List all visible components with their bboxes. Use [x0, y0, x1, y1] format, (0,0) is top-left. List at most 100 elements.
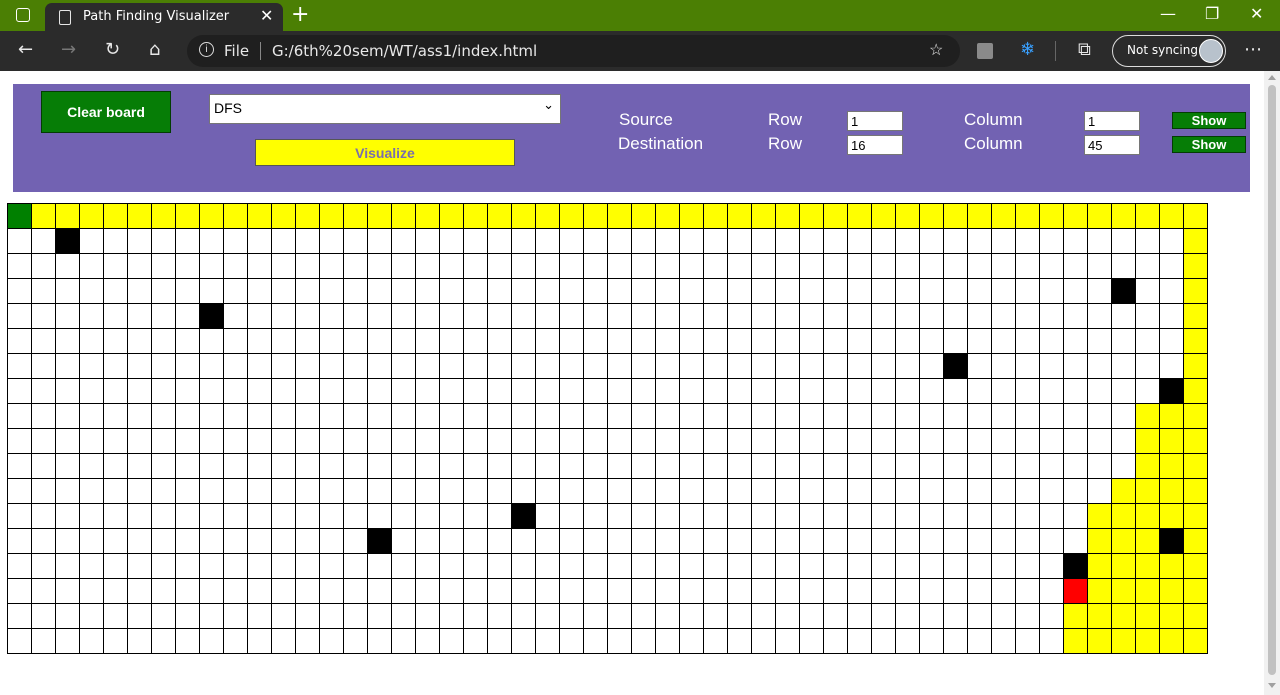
grid-cell[interactable] — [895, 628, 920, 654]
grid-cell[interactable] — [679, 353, 704, 379]
grid-cell[interactable] — [799, 628, 824, 654]
grid-cell[interactable] — [799, 378, 824, 404]
grid-cell[interactable] — [631, 378, 656, 404]
grid-cell[interactable] — [511, 428, 536, 454]
grid-cell[interactable] — [1015, 353, 1040, 379]
grid-cell[interactable] — [439, 628, 464, 654]
grid-cell[interactable] — [535, 303, 560, 329]
grid-cell[interactable] — [271, 378, 296, 404]
grid-cell[interactable] — [55, 378, 80, 404]
grid-cell[interactable] — [847, 303, 872, 329]
grid-cell[interactable] — [583, 228, 608, 254]
grid-cell[interactable] — [511, 528, 536, 554]
grid-cell[interactable] — [847, 328, 872, 354]
grid-cell[interactable] — [847, 403, 872, 429]
grid-cell[interactable] — [1135, 353, 1160, 379]
grid-cell[interactable] — [727, 628, 752, 654]
grid-cell[interactable] — [247, 628, 272, 654]
grid-cell[interactable] — [1111, 328, 1136, 354]
grid-cell[interactable] — [79, 528, 104, 554]
grid-cell[interactable] — [1159, 328, 1184, 354]
grid-cell[interactable] — [223, 578, 248, 604]
grid-cell[interactable] — [127, 428, 152, 454]
new-tab-button[interactable]: + — [291, 2, 309, 27]
grid-cell[interactable] — [919, 578, 944, 604]
grid-cell[interactable] — [439, 578, 464, 604]
grid-cell[interactable] — [463, 578, 488, 604]
grid-cell[interactable] — [127, 503, 152, 529]
grid-cell[interactable] — [175, 278, 200, 304]
grid-cell[interactable] — [871, 278, 896, 304]
grid-cell[interactable] — [223, 353, 248, 379]
visited-cell[interactable] — [223, 203, 248, 229]
grid-cell[interactable] — [751, 553, 776, 579]
grid-cell[interactable] — [823, 353, 848, 379]
grid-cell[interactable] — [799, 553, 824, 579]
grid-cell[interactable] — [7, 278, 32, 304]
visited-cell[interactable] — [1135, 203, 1160, 229]
grid-cell[interactable] — [1039, 253, 1064, 279]
grid-cell[interactable] — [895, 303, 920, 329]
grid-cell[interactable] — [271, 603, 296, 629]
grid-cell[interactable] — [487, 253, 512, 279]
grid-cell[interactable] — [511, 553, 536, 579]
grid-cell[interactable] — [271, 328, 296, 354]
grid-cell[interactable] — [367, 278, 392, 304]
grid-cell[interactable] — [487, 603, 512, 629]
wall-cell[interactable] — [55, 228, 80, 254]
grid-cell[interactable] — [727, 278, 752, 304]
grid-cell[interactable] — [703, 553, 728, 579]
grid-cell[interactable] — [199, 403, 224, 429]
grid-cell[interactable] — [151, 528, 176, 554]
grid-cell[interactable] — [295, 553, 320, 579]
grid-cell[interactable] — [847, 478, 872, 504]
grid-cell[interactable] — [559, 553, 584, 579]
grid-cell[interactable] — [631, 628, 656, 654]
grid-cell[interactable] — [703, 353, 728, 379]
grid-cell[interactable] — [223, 503, 248, 529]
grid-cell[interactable] — [799, 528, 824, 554]
grid-cell[interactable] — [199, 503, 224, 529]
grid-cell[interactable] — [631, 578, 656, 604]
grid-cell[interactable] — [391, 303, 416, 329]
grid-cell[interactable] — [439, 528, 464, 554]
grid-cell[interactable] — [7, 503, 32, 529]
grid-cell[interactable] — [967, 603, 992, 629]
visited-cell[interactable] — [31, 203, 56, 229]
grid-cell[interactable] — [151, 278, 176, 304]
grid-cell[interactable] — [79, 428, 104, 454]
grid-cell[interactable] — [79, 603, 104, 629]
grid-cell[interactable] — [1063, 303, 1088, 329]
grid-cell[interactable] — [703, 228, 728, 254]
visited-cell[interactable] — [79, 203, 104, 229]
grid-cell[interactable] — [487, 503, 512, 529]
grid-cell[interactable] — [487, 328, 512, 354]
grid-cell[interactable] — [271, 353, 296, 379]
grid-cell[interactable] — [967, 578, 992, 604]
grid-cell[interactable] — [463, 503, 488, 529]
grid-cell[interactable] — [319, 253, 344, 279]
grid-cell[interactable] — [991, 303, 1016, 329]
grid-cell[interactable] — [799, 503, 824, 529]
grid-cell[interactable] — [391, 353, 416, 379]
grid-cell[interactable] — [727, 303, 752, 329]
grid-cell[interactable] — [559, 578, 584, 604]
grid-cell[interactable] — [583, 503, 608, 529]
maximize-button[interactable]: ❐ — [1205, 4, 1219, 23]
grid-cell[interactable] — [31, 253, 56, 279]
grid-cell[interactable] — [511, 403, 536, 429]
grid-cell[interactable] — [1039, 453, 1064, 479]
grid-cell[interactable] — [1039, 353, 1064, 379]
grid-cell[interactable] — [607, 503, 632, 529]
grid-cell[interactable] — [919, 403, 944, 429]
grid-cell[interactable] — [535, 403, 560, 429]
grid-cell[interactable] — [943, 578, 968, 604]
grid-cell[interactable] — [775, 253, 800, 279]
grid-cell[interactable] — [943, 628, 968, 654]
visited-cell[interactable] — [727, 203, 752, 229]
grid-cell[interactable] — [295, 478, 320, 504]
algorithm-select[interactable]: DFS ⌄ — [209, 94, 561, 124]
grid-cell[interactable] — [1039, 553, 1064, 579]
wall-cell[interactable] — [1159, 378, 1184, 404]
grid-cell[interactable] — [1111, 253, 1136, 279]
